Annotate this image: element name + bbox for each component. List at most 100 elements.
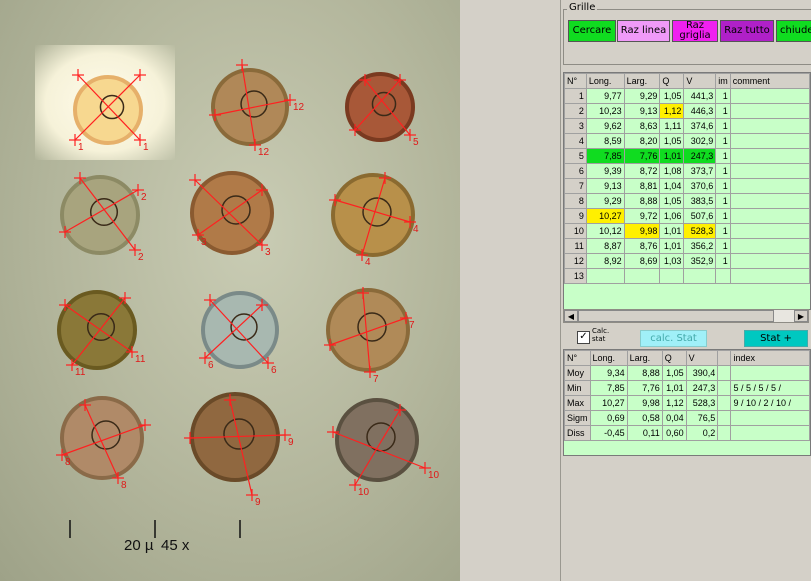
cell-im[interactable]: 1 xyxy=(715,223,731,239)
spore[interactable]: 66 xyxy=(199,291,279,376)
cell-comment[interactable] xyxy=(729,223,810,239)
spore[interactable]: 44 xyxy=(329,172,419,268)
stat-plus-button[interactable]: Stat + xyxy=(744,330,808,347)
cell-q[interactable] xyxy=(659,268,685,284)
cell-v[interactable]: 441,3 xyxy=(683,88,717,104)
table-row[interactable]: 10 10,12 9,98 1,01 528,3 1 xyxy=(564,223,810,239)
spore[interactable]: 99 xyxy=(184,392,294,508)
cell-long[interactable]: 9,13 xyxy=(585,178,625,194)
cell-long[interactable]: 9,39 xyxy=(585,163,625,179)
cell-v[interactable]: 374,6 xyxy=(683,118,717,134)
table-row[interactable]: 13 xyxy=(564,268,810,284)
column-header[interactable]: Long. xyxy=(585,73,625,89)
cell-comment[interactable] xyxy=(729,118,810,134)
spore-overlay[interactable]: 111212522 33441111 667788991010 xyxy=(0,0,460,581)
column-header[interactable]: im xyxy=(715,73,731,89)
cell-long[interactable]: 9,62 xyxy=(585,118,625,134)
cell-v[interactable]: 370,6 xyxy=(683,178,717,194)
stats-row[interactable]: Min 7,85 7,76 1,01 247,3 5 / 5 / 5 / 5 / xyxy=(564,380,810,396)
cell-long[interactable]: 10,27 xyxy=(585,208,625,224)
spore[interactable]: 12 12 xyxy=(209,59,305,158)
cell-im[interactable]: 1 xyxy=(715,253,731,269)
cell-comment[interactable] xyxy=(729,253,810,269)
cell-long[interactable]: 8,92 xyxy=(585,253,625,269)
table-row[interactable]: 12 8,92 8,69 1,03 352,9 1 xyxy=(564,253,810,269)
column-header[interactable] xyxy=(717,350,732,366)
column-header[interactable]: N° xyxy=(564,350,591,366)
column-header[interactable]: index xyxy=(730,350,810,366)
cell-larg[interactable]: 8,69 xyxy=(623,253,661,269)
cell-larg[interactable] xyxy=(623,268,661,284)
cell-im[interactable]: 1 xyxy=(715,178,731,194)
cell-v[interactable]: 446,3 xyxy=(683,103,717,119)
cercare-button[interactable]: Cercare xyxy=(568,20,616,42)
cell-im[interactable]: 1 xyxy=(715,208,731,224)
table-row[interactable]: 9 10,27 9,72 1,06 507,6 1 xyxy=(564,208,810,224)
cell-long[interactable]: 8,87 xyxy=(585,238,625,254)
cell-long[interactable]: 7,85 xyxy=(585,148,625,164)
cell-comment[interactable] xyxy=(729,163,810,179)
cell-long[interactable] xyxy=(585,268,625,284)
cell-q[interactable]: 1,11 xyxy=(659,118,685,134)
cell-im[interactable]: 1 xyxy=(715,103,731,119)
cell-v[interactable]: 302,9 xyxy=(683,133,717,149)
cell-q[interactable]: 1,01 xyxy=(659,238,685,254)
cell-long[interactable]: 9,29 xyxy=(585,193,625,209)
spore[interactable]: 33 xyxy=(189,171,274,258)
cell-comment[interactable] xyxy=(729,88,810,104)
table-row[interactable]: 8 9,29 8,88 1,05 383,5 1 xyxy=(564,193,810,209)
measurements-table[interactable]: N° Long. Larg. Q Vim comment 1 9,77 9,29 1,05 441… xyxy=(563,72,811,310)
stats-row[interactable]: Sigm 0,69 0,58 0,04 76,5 xyxy=(564,410,810,426)
table-row[interactable]: 1 9,77 9,29 1,05 441,3 1 xyxy=(564,88,810,104)
spore[interactable]: 11 11 xyxy=(57,290,146,378)
cell-im[interactable]: 1 xyxy=(715,238,731,254)
cell-larg[interactable]: 8,72 xyxy=(623,163,661,179)
cell-q[interactable]: 1,01 xyxy=(659,223,685,239)
cell-larg[interactable]: 9,29 xyxy=(623,88,661,104)
table-row[interactable]: 2 10,23 9,13 1,12 446,3 1 xyxy=(564,103,810,119)
cell-q[interactable]: 1,05 xyxy=(659,133,685,149)
cell-long[interactable]: 9,77 xyxy=(585,88,625,104)
cell-q[interactable]: 1,03 xyxy=(659,253,685,269)
cell-v[interactable]: 356,2 xyxy=(683,238,717,254)
column-header[interactable]: N° xyxy=(564,73,587,89)
cell-im[interactable]: 1 xyxy=(715,88,731,104)
spore[interactable]: 77 xyxy=(324,287,415,385)
cell-larg[interactable]: 8,81 xyxy=(623,178,661,194)
column-header[interactable]: V xyxy=(683,73,717,89)
stats-row[interactable]: Moy 9,34 8,88 1,05 390,4 xyxy=(564,365,810,381)
column-header[interactable]: Long. xyxy=(589,350,628,366)
horizontal-scrollbar[interactable]: ◀ ▶ xyxy=(563,309,809,323)
microscope-image[interactable]: 1 1 12 12 5 2 2 3 3 4 4 11 11 6 6 7 7 8 8 9 9 10 10 20 µ 45 x xyxy=(0,0,460,581)
cell-v[interactable]: 352,9 xyxy=(683,253,717,269)
spore[interactable]: 88 xyxy=(56,396,151,491)
cell-larg[interactable]: 9,72 xyxy=(623,208,661,224)
raz-linea-button[interactable]: Raz linea xyxy=(617,20,670,42)
spore[interactable]: 11 xyxy=(69,69,149,153)
column-header[interactable]: Larg. xyxy=(623,73,661,89)
column-header[interactable]: Q xyxy=(661,350,687,366)
raz-tutto-button[interactable]: Raz tutto xyxy=(720,20,774,42)
cell-comment[interactable] xyxy=(729,193,810,209)
cell-q[interactable]: 1,05 xyxy=(659,193,685,209)
cell-long[interactable]: 10,23 xyxy=(585,103,625,119)
cell-larg[interactable]: 8,76 xyxy=(623,238,661,254)
cell-comment[interactable] xyxy=(729,268,810,284)
stats-row[interactable]: Diss -0,45 0,11 0,60 0,2 xyxy=(564,425,810,441)
cell-comment[interactable] xyxy=(729,133,810,149)
cell-comment[interactable] xyxy=(729,238,810,254)
cell-q[interactable]: 1,06 xyxy=(659,208,685,224)
table-row[interactable]: 6 9,39 8,72 1,08 373,7 1 xyxy=(564,163,810,179)
table-row[interactable]: 7 9,13 8,81 1,04 370,6 1 xyxy=(564,178,810,194)
cell-im[interactable] xyxy=(715,268,731,284)
cell-comment[interactable] xyxy=(729,178,810,194)
cell-q[interactable]: 1,04 xyxy=(659,178,685,194)
cell-im[interactable]: 1 xyxy=(715,148,731,164)
cell-v[interactable]: 247,3 xyxy=(683,148,717,164)
cell-q[interactable]: 1,08 xyxy=(659,163,685,179)
cell-v[interactable]: 373,7 xyxy=(683,163,717,179)
table-row[interactable]: 4 8,59 8,20 1,05 302,9 1 xyxy=(564,133,810,149)
cell-larg[interactable]: 9,13 xyxy=(623,103,661,119)
spore[interactable]: 22 xyxy=(59,172,147,263)
cell-im[interactable]: 1 xyxy=(715,118,731,134)
